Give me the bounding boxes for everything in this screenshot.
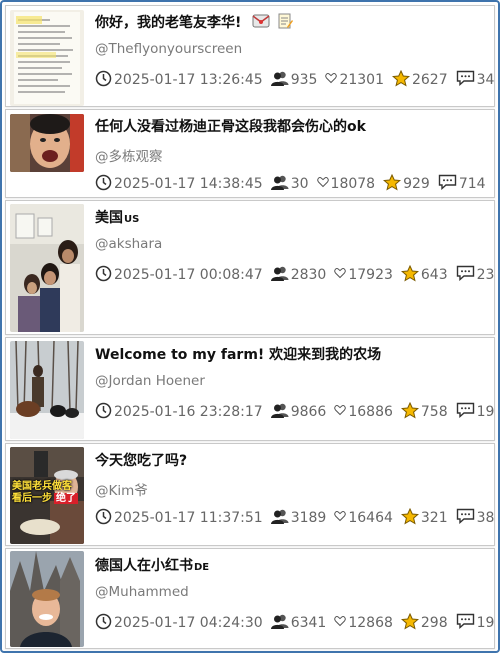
users-icon xyxy=(270,70,289,90)
thumbnail-badge: 绝了 xyxy=(54,493,78,504)
star-icon[interactable] xyxy=(400,401,419,423)
follower-count: 9866 xyxy=(290,404,327,420)
thumbnail-caption: 美国老兵做客 看后一步 绝了 xyxy=(12,481,78,504)
comment-icon[interactable] xyxy=(438,174,457,194)
star-count: 929 xyxy=(403,176,430,192)
follower-count: 2830 xyxy=(290,267,327,283)
like-count: 17923 xyxy=(348,267,393,283)
users-icon xyxy=(270,613,289,633)
follower-count: 6341 xyxy=(290,615,327,631)
follower-count: 3189 xyxy=(290,510,327,526)
like-count: 21301 xyxy=(339,72,384,88)
post-stats: 2025-01-17 13:26:45 935 21301 2627 3484 xyxy=(95,69,495,91)
post-thumbnail[interactable] xyxy=(10,341,84,439)
memo-icon xyxy=(277,13,294,33)
post-date: 2025-01-17 11:37:51 xyxy=(114,510,263,526)
post-date: 2025-01-17 04:24:30 xyxy=(114,615,263,631)
country-tag: DE xyxy=(194,562,210,573)
clock-icon xyxy=(95,613,112,634)
heart-icon[interactable] xyxy=(334,404,347,420)
post-title[interactable]: 你好，我的老笔友李华! xyxy=(95,15,241,31)
post-author[interactable]: @Muhammed xyxy=(95,584,189,600)
heart-icon[interactable] xyxy=(334,510,347,526)
clock-icon xyxy=(95,174,112,195)
post-date: 2025-01-17 14:38:45 xyxy=(114,176,263,192)
post-card[interactable]: 德国人在小红书DE @Muhammed 2025-01-17 04:24:30 … xyxy=(5,548,495,649)
country-tag: US xyxy=(124,214,140,225)
post-card[interactable]: 任何人没看过杨迪正骨这段我都会伤心的ok @多栋观察 2025-01-17 14… xyxy=(5,109,495,198)
post-author[interactable]: @Theflyonyourscreen xyxy=(95,41,242,57)
comment-count: 1942 xyxy=(476,404,495,420)
like-count: 18078 xyxy=(330,176,376,192)
post-card[interactable]: 美国老兵做客 看后一步 绝了 今天您吃了吗? @Kim爷 2025-01-17 1… xyxy=(5,443,495,546)
star-icon[interactable] xyxy=(400,612,419,634)
comment-count: 3829 xyxy=(476,510,495,526)
post-date: 2025-01-16 23:28:17 xyxy=(114,404,263,420)
post-list-panel: 你好，我的老笔友李华! @Theflyonyourscreen 2025-01-… xyxy=(0,0,500,653)
post-stats: 2025-01-16 23:28:17 9866 16886 758 1942 xyxy=(95,401,495,423)
clock-icon xyxy=(95,70,112,91)
star-icon[interactable] xyxy=(383,173,402,195)
post-thumbnail[interactable] xyxy=(10,10,84,106)
comment-count: 3484 xyxy=(476,72,495,88)
post-thumbnail[interactable] xyxy=(10,551,84,647)
comment-icon[interactable] xyxy=(456,613,475,633)
star-count: 321 xyxy=(420,510,448,526)
post-card[interactable]: 美国US @akshara 2025-01-17 00:08:47 2830 1… xyxy=(5,200,495,335)
heart-icon[interactable] xyxy=(325,72,338,88)
comment-icon[interactable] xyxy=(456,508,475,528)
users-icon xyxy=(270,265,289,285)
comment-count: 2382 xyxy=(476,267,495,283)
post-stats: 2025-01-17 00:08:47 2830 17923 643 2382 xyxy=(95,264,495,286)
post-author[interactable]: @Jordan Hoener xyxy=(95,373,205,389)
post-thumbnail[interactable]: 美国老兵做客 看后一步 绝了 xyxy=(10,447,84,544)
comment-count: 1957 xyxy=(476,615,495,631)
comment-icon[interactable] xyxy=(456,265,475,285)
star-icon[interactable] xyxy=(400,507,419,529)
post-card[interactable]: Welcome to my farm! 欢迎来到我的农场 @Jordan Hoe… xyxy=(5,337,495,441)
post-title[interactable]: Welcome to my farm! 欢迎来到我的农场 xyxy=(95,344,490,364)
post-author[interactable]: @多栋观察 xyxy=(95,145,163,165)
star-count: 643 xyxy=(420,267,448,283)
comment-icon[interactable] xyxy=(456,402,475,422)
star-count: 2627 xyxy=(411,72,448,88)
heart-icon[interactable] xyxy=(334,615,347,631)
clock-icon xyxy=(95,402,112,423)
comment-icon[interactable] xyxy=(456,70,475,90)
like-count: 12868 xyxy=(348,615,393,631)
users-icon xyxy=(270,174,289,194)
star-icon[interactable] xyxy=(400,264,419,286)
post-stats: 2025-01-17 14:38:45 30 18078 929 714 xyxy=(95,173,494,195)
users-icon xyxy=(270,508,289,528)
like-count: 16464 xyxy=(348,510,393,526)
star-icon[interactable] xyxy=(391,69,411,91)
envelope-icon xyxy=(252,14,270,32)
star-count: 758 xyxy=(420,404,448,420)
follower-count: 30 xyxy=(290,176,309,192)
post-card[interactable]: 你好，我的老笔友李华! @Theflyonyourscreen 2025-01-… xyxy=(5,5,495,107)
clock-icon xyxy=(95,508,112,529)
post-stats: 2025-01-17 11:37:51 3189 16464 321 3829 xyxy=(95,507,495,529)
post-stats: 2025-01-17 04:24:30 6341 12868 298 1957 xyxy=(95,612,495,634)
post-title[interactable]: 今天您吃了吗? xyxy=(95,450,490,470)
heart-icon[interactable] xyxy=(316,176,329,192)
post-thumbnail[interactable] xyxy=(10,114,84,172)
post-author[interactable]: @Kim爷 xyxy=(95,479,148,499)
like-count: 16886 xyxy=(348,404,393,420)
follower-count: 935 xyxy=(290,72,318,88)
comment-count: 714 xyxy=(458,176,486,192)
post-title[interactable]: 任何人没看过杨迪正骨这段我都会伤心的ok xyxy=(95,116,490,136)
clock-icon xyxy=(95,265,112,286)
post-thumbnail[interactable] xyxy=(10,204,84,332)
star-count: 298 xyxy=(420,615,448,631)
heart-icon[interactable] xyxy=(334,267,347,283)
post-date: 2025-01-17 13:26:45 xyxy=(114,72,263,88)
post-title[interactable]: 德国人在小红书 xyxy=(95,558,193,574)
users-icon xyxy=(270,402,289,422)
post-title[interactable]: 美国 xyxy=(95,210,123,226)
post-date: 2025-01-17 00:08:47 xyxy=(114,267,263,283)
post-author[interactable]: @akshara xyxy=(95,236,162,252)
